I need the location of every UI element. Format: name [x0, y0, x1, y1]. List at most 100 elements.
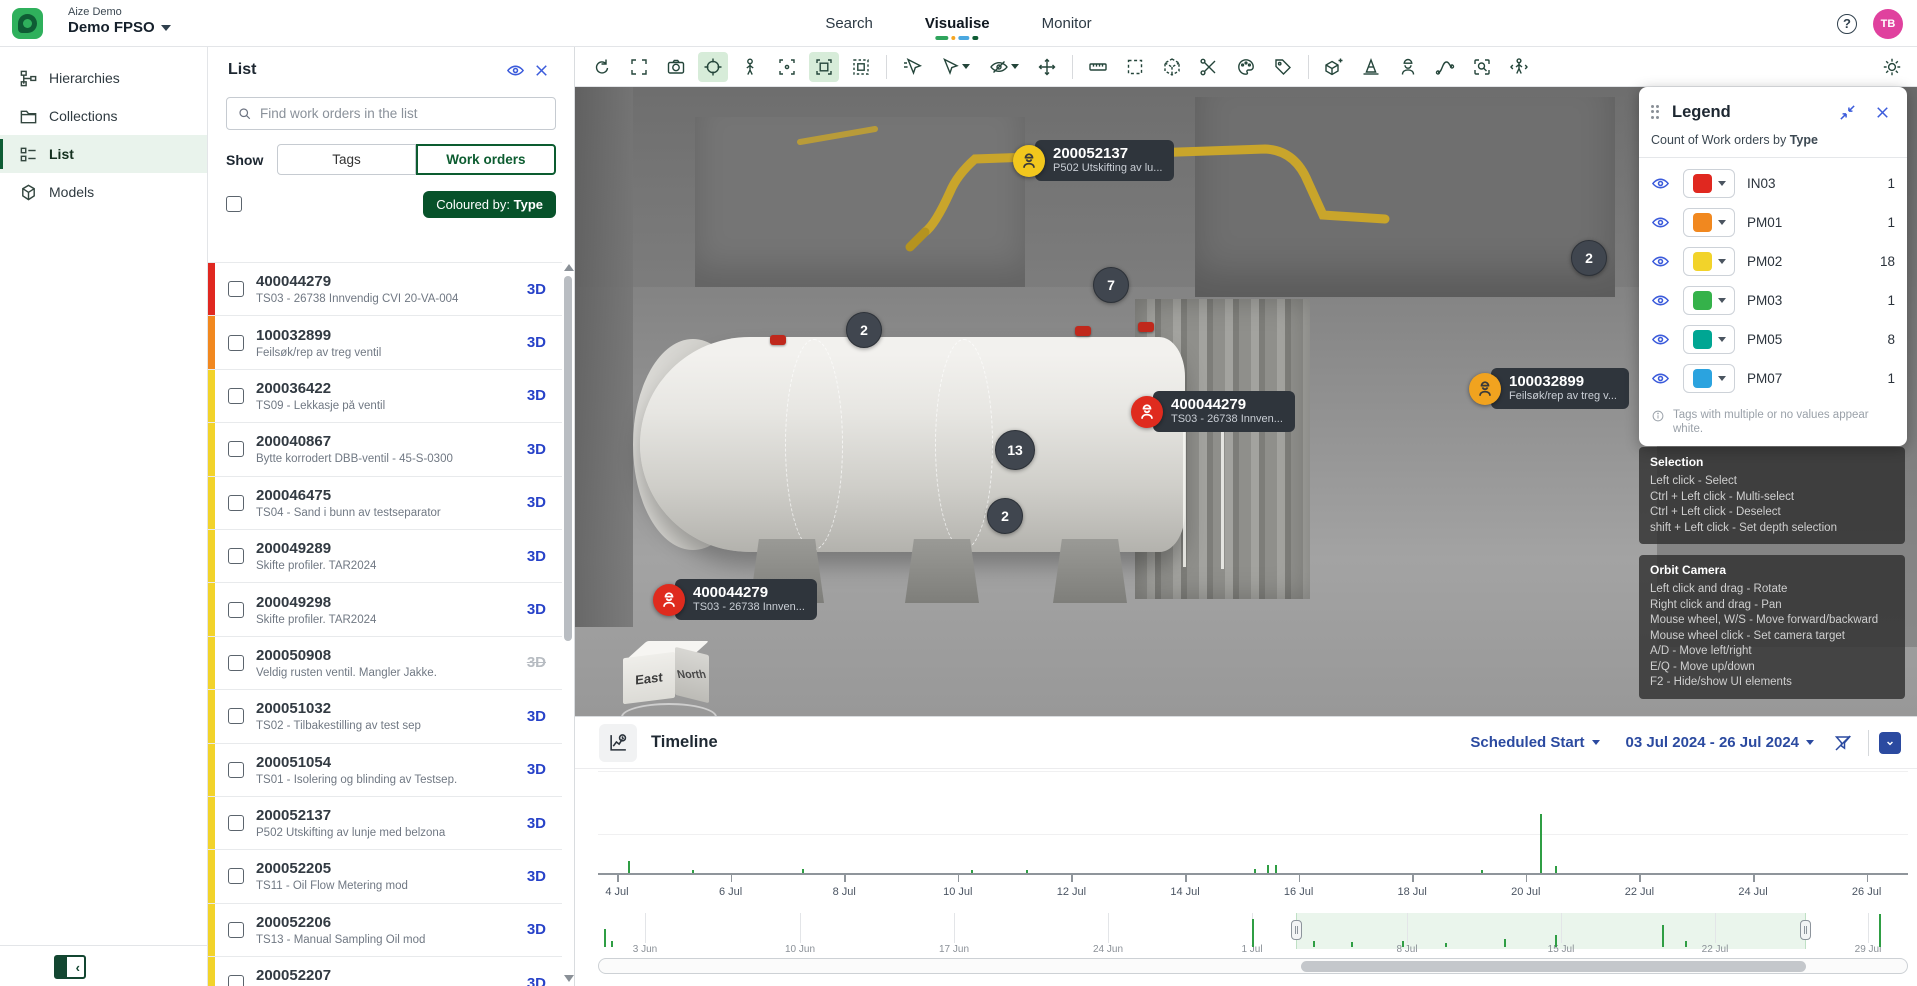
timeline-chart[interactable]: 4 Jul6 Jul8 Jul10 Jul12 Jul14 Jul16 Jul1…	[598, 769, 1908, 906]
open-in-3d-link[interactable]: 3D	[527, 815, 546, 832]
slice-tool-button[interactable]	[1194, 52, 1224, 82]
work-order-marker[interactable]: 200052137 P502 Utskifting av lu...	[1013, 140, 1174, 181]
work-order-marker[interactable]: 400044279 TS03 - 26738 Innven...	[1131, 391, 1295, 432]
row-checkbox[interactable]	[228, 708, 244, 724]
row-checkbox[interactable]	[228, 335, 244, 351]
first-person-view-button[interactable]	[735, 52, 765, 82]
row-checkbox[interactable]	[228, 868, 244, 884]
colour-swatch-dropdown[interactable]	[1683, 247, 1735, 276]
row-checkbox[interactable]	[228, 281, 244, 297]
select-mode-dropdown-button[interactable]	[934, 52, 976, 82]
area-select-tool-button[interactable]	[1120, 52, 1150, 82]
clear-filter-button[interactable]	[1828, 728, 1858, 758]
reset-view-button[interactable]	[587, 52, 617, 82]
open-in-3d-link[interactable]: 3D	[527, 281, 546, 298]
drag-handle-icon[interactable]	[1651, 105, 1663, 119]
sidebar-item-list[interactable]: List	[0, 135, 207, 173]
range-handle-left[interactable]	[1291, 920, 1302, 940]
routes-tool-button[interactable]	[1430, 52, 1460, 82]
work-order-row[interactable]: 200052137 P502 Utskifting av lunje med b…	[208, 797, 562, 850]
row-checkbox[interactable]	[228, 975, 244, 986]
collapse-sidebar-button[interactable]: ‹	[54, 955, 86, 979]
row-checkbox[interactable]	[228, 602, 244, 618]
open-in-3d-link[interactable]: 3D	[527, 708, 546, 725]
row-checkbox[interactable]	[228, 762, 244, 778]
work-order-row[interactable]: 200052206 TS13 - Manual Sampling Oil mod…	[208, 904, 562, 957]
select-tool-button[interactable]	[897, 52, 927, 82]
visibility-eye-icon[interactable]	[1651, 174, 1671, 194]
open-in-3d-link[interactable]: 3D	[527, 601, 546, 618]
find-in-view-button[interactable]	[1467, 52, 1497, 82]
close-list-panel-button[interactable]	[528, 57, 554, 83]
walk-mode-button[interactable]	[1504, 52, 1534, 82]
open-in-3d-link[interactable]: 3D	[527, 975, 546, 986]
minimize-legend-button[interactable]	[1834, 99, 1860, 125]
work-order-row[interactable]: 200036422 TS09 - Lekkasje på ventil 3D	[208, 370, 562, 423]
nav-search[interactable]: Search	[825, 15, 873, 32]
cluster-badge[interactable]: 2	[846, 312, 882, 348]
timeline-overview[interactable]: 3 Jun10 Jun17 Jun24 Jun1 Jul8 Jul15 Jul2…	[598, 913, 1908, 955]
select-all-checkbox[interactable]	[226, 196, 242, 212]
work-order-row[interactable]: 200040867 Bytte korrodert DBB-ventil - 4…	[208, 423, 562, 476]
timeline-scrollbar[interactable]	[598, 958, 1908, 974]
row-checkbox[interactable]	[228, 922, 244, 938]
sort-by-dropdown[interactable]: Scheduled Start	[1470, 734, 1599, 751]
sidebar-item-hierarchies[interactable]: Hierarchies	[0, 59, 207, 97]
hide-selection-button[interactable]	[846, 52, 876, 82]
date-range-dropdown[interactable]: 03 Jul 2024 - 26 Jul 2024	[1626, 734, 1814, 751]
work-orders-tool-button[interactable]	[1393, 52, 1423, 82]
open-in-3d-link[interactable]: 3D	[527, 441, 546, 458]
sidebar-item-models[interactable]: Models	[0, 173, 207, 211]
scroll-down-button[interactable]	[564, 975, 574, 982]
screenshot-button[interactable]	[661, 52, 691, 82]
sidebar-item-collections[interactable]: Collections	[0, 97, 207, 135]
markup-cone-button[interactable]	[1356, 52, 1386, 82]
show-all-in-3d-button[interactable]	[502, 57, 528, 83]
visibility-eye-icon[interactable]	[1651, 213, 1671, 233]
add-model-button[interactable]	[1319, 52, 1349, 82]
row-checkbox[interactable]	[228, 548, 244, 564]
colour-swatch-dropdown[interactable]	[1683, 364, 1735, 393]
row-checkbox[interactable]	[228, 655, 244, 671]
colour-swatch-dropdown[interactable]	[1683, 208, 1735, 237]
work-order-row[interactable]: 200051054 TS01 - Isolering og blinding a…	[208, 744, 562, 797]
visibility-eye-icon[interactable]	[1651, 330, 1671, 350]
avatar[interactable]: TB	[1873, 9, 1903, 39]
clip-box-tool-button[interactable]	[1157, 52, 1187, 82]
fit-view-button[interactable]	[624, 52, 654, 82]
scroll-up-button[interactable]	[564, 264, 574, 271]
cluster-badge[interactable]: 2	[1571, 240, 1607, 276]
cluster-badge[interactable]: 2	[987, 498, 1023, 534]
work-order-row[interactable]: 200052205 TS11 - Oil Flow Metering mod 3…	[208, 850, 562, 903]
cluster-badge[interactable]: 13	[995, 430, 1035, 470]
nav-monitor[interactable]: Monitor	[1042, 15, 1092, 32]
show-tab-tags[interactable]: Tags	[277, 144, 415, 175]
colour-swatch-dropdown[interactable]	[1683, 325, 1735, 354]
tag-tool-button[interactable]	[1268, 52, 1298, 82]
measure-tool-button[interactable]	[1083, 52, 1113, 82]
list-scrollbar[interactable]	[563, 262, 573, 984]
nav-visualise[interactable]: Visualise	[925, 15, 990, 32]
work-order-row[interactable]: 200046475 TS04 - Sand i bunn av testsepa…	[208, 477, 562, 530]
work-order-marker[interactable]: 100032899 Feilsøk/rep av treg v...	[1469, 368, 1629, 409]
3d-viewport[interactable]: 2 7 2 13 2 200052137 P502 Utskifting av lu..…	[575, 47, 1917, 716]
row-checkbox[interactable]	[228, 495, 244, 511]
work-order-row[interactable]: 100032899 Feilsøk/rep av treg ventil 3D	[208, 316, 562, 369]
coloured-by-button[interactable]: Coloured by: Type	[423, 191, 556, 218]
open-in-3d-link[interactable]: 3D	[527, 387, 546, 404]
aize-logo-icon[interactable]	[12, 8, 43, 39]
range-handle-right[interactable]	[1800, 920, 1811, 940]
visibility-dropdown-button[interactable]	[983, 52, 1025, 82]
cluster-badge[interactable]: 7	[1093, 267, 1129, 303]
open-in-3d-link[interactable]: 3D	[527, 494, 546, 511]
work-order-row[interactable]: 200052207 TS12 - Gas Flow Metering mod 3…	[208, 957, 562, 986]
search-input[interactable]	[260, 106, 545, 121]
work-order-row[interactable]: 200049289 Skifte profiler. TAR2024 3D	[208, 530, 562, 583]
work-order-row[interactable]: 200049298 Skifte profiler. TAR2024 3D	[208, 583, 562, 636]
collapse-timeline-button[interactable]	[1879, 732, 1901, 754]
colour-swatch-dropdown[interactable]	[1683, 286, 1735, 315]
open-in-3d-link[interactable]: 3D	[527, 548, 546, 565]
colour-swatch-dropdown[interactable]	[1683, 169, 1735, 198]
row-checkbox[interactable]	[228, 388, 244, 404]
scrollbar-thumb[interactable]	[564, 276, 572, 641]
